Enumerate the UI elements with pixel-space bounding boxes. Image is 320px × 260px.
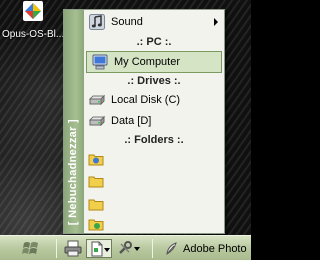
menu-item-label: Local Disk (C) — [111, 94, 181, 106]
taskbar: Adobe Photo — [0, 235, 251, 260]
taskbar-app-label: Adobe Photo — [183, 242, 247, 255]
menu-item-data-drive[interactable]: Data [D] — [84, 110, 224, 132]
chevron-down-icon — [104, 248, 110, 252]
menu-item-label: My Computer — [114, 56, 181, 68]
taskbar-app-adobe-photoshop[interactable]: Adobe Photo — [164, 239, 251, 258]
folder-icon[interactable] — [88, 151, 104, 167]
printer-icon[interactable] — [64, 239, 82, 258]
menu-item-label: Data [D] — [111, 115, 152, 127]
desktop-shortcut[interactable]: Opus-OS-Bl... — [2, 0, 64, 46]
menu-item-label: Sound — [111, 16, 143, 28]
feather-icon — [166, 242, 177, 255]
launcher-menu: [ Nebuchadnezzar ] Sound .: PC :. My Com… — [63, 9, 225, 234]
wrench-icon — [119, 241, 132, 254]
music-note-icon — [89, 14, 105, 30]
computer-icon — [92, 54, 108, 70]
taskbar-separator — [56, 239, 57, 258]
menu-body: Sound .: PC :. My Computer .: Drives :. … — [84, 10, 224, 233]
taskbar-separator — [152, 239, 153, 258]
windows-logo-icon[interactable] — [22, 239, 40, 258]
menu-sidebar: [ Nebuchadnezzar ] — [64, 10, 84, 233]
section-header-folders: .: Folders :. — [124, 134, 184, 146]
desktop-icon-label: Opus-OS-Bl... — [2, 29, 65, 40]
folder-icon[interactable] — [88, 196, 104, 212]
folder-icon[interactable] — [88, 173, 104, 189]
section-header-pc: .: PC :. — [136, 36, 172, 48]
document-icon — [91, 241, 103, 257]
menu-launcher-button[interactable] — [86, 239, 112, 258]
submenu-arrow-icon — [214, 18, 218, 26]
drive-icon — [89, 115, 105, 127]
menu-sidebar-title: [ Nebuchadnezzar ] — [67, 118, 79, 225]
menu-item-sound[interactable]: Sound — [84, 11, 224, 33]
folder-icon[interactable] — [88, 216, 104, 232]
menu-item-my-computer[interactable]: My Computer — [86, 51, 222, 73]
opus-os-icon — [23, 1, 43, 21]
tools-launcher-button[interactable] — [116, 239, 142, 258]
section-header-drives: .: Drives :. — [127, 75, 181, 87]
chevron-down-icon — [134, 247, 140, 251]
menu-item-local-disk[interactable]: Local Disk (C) — [84, 89, 224, 111]
drive-icon — [89, 94, 105, 106]
